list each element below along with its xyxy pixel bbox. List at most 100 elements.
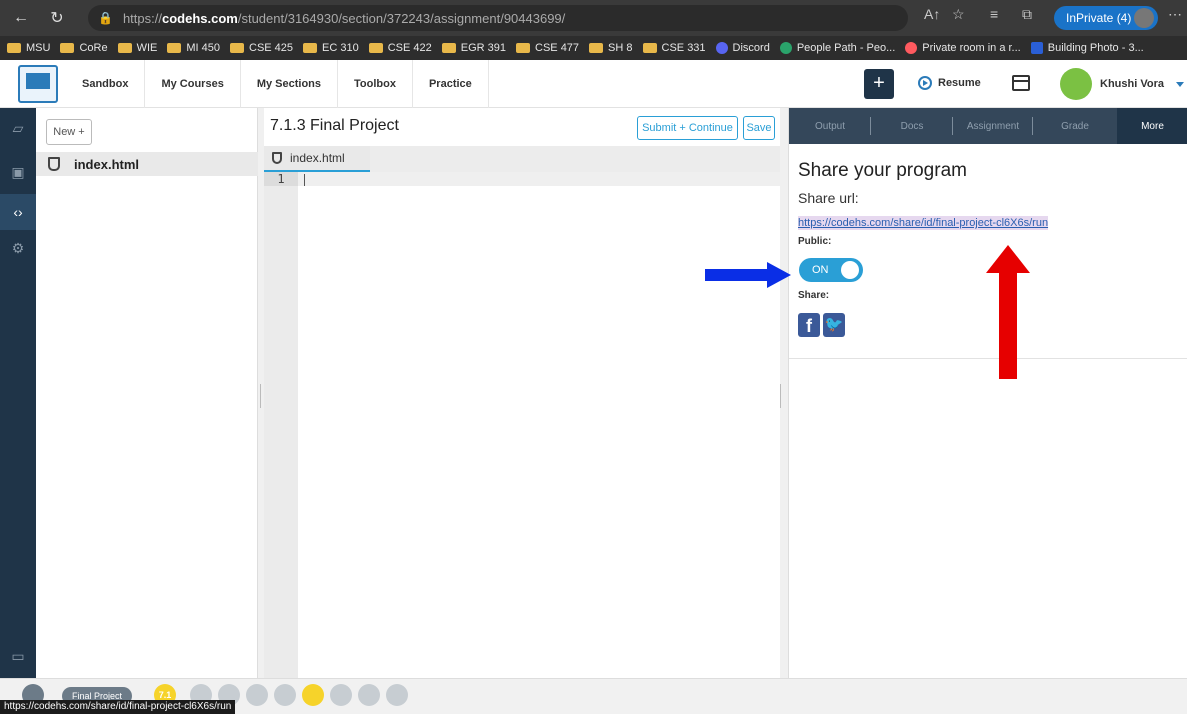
- resume-button[interactable]: Resume: [918, 76, 981, 90]
- resize-handle[interactable]: [260, 384, 261, 408]
- submit-continue-button[interactable]: Submit + Continue: [637, 116, 738, 140]
- code-icon[interactable]: ‹›: [0, 194, 36, 230]
- toggle-knob: [841, 261, 859, 279]
- tab-label: index.html: [290, 151, 345, 165]
- public-toggle[interactable]: ON: [799, 258, 863, 282]
- chevron-down-icon[interactable]: [1176, 82, 1184, 87]
- inprivate-badge[interactable]: InPrivate (4): [1054, 6, 1158, 30]
- left-rail: ▱ ▣ ‹› ⚙ ▭: [0, 108, 36, 678]
- red-arrow-head: [986, 245, 1030, 273]
- share-label: Share:: [798, 290, 830, 301]
- resize-handle[interactable]: [780, 384, 781, 408]
- calendar-icon[interactable]: ▣: [10, 164, 26, 180]
- nav-sandbox[interactable]: Sandbox: [66, 59, 146, 108]
- nav-practice[interactable]: Practice: [413, 59, 489, 108]
- step-dot-icon[interactable]: [330, 684, 352, 706]
- favorite-icon[interactable]: ☆: [952, 6, 965, 23]
- nav-my-courses[interactable]: My Courses: [145, 59, 241, 108]
- bookmark-cse477[interactable]: CSE 477: [516, 42, 579, 54]
- pencil-icon[interactable]: [386, 684, 408, 706]
- blue-arrow-head: [767, 262, 791, 288]
- bookmark-core[interactable]: CoRe: [60, 42, 108, 54]
- bookmark-sh8[interactable]: SH 8: [589, 42, 633, 54]
- profile-avatar: [1134, 8, 1154, 28]
- public-label: Public:: [798, 236, 832, 247]
- folder-icon: [516, 43, 531, 53]
- share-url-label: Share url:: [798, 190, 859, 206]
- html5-icon: [272, 152, 282, 164]
- nav-toolbox[interactable]: Toolbox: [338, 59, 413, 108]
- new-file-button[interactable]: New +: [46, 119, 92, 145]
- step-dot-icon[interactable]: [358, 684, 380, 706]
- map-icon[interactable]: ▱: [10, 120, 26, 136]
- read-aloud-icon[interactable]: A↑: [924, 6, 940, 22]
- file-item[interactable]: index.html: [36, 152, 258, 176]
- file-name: index.html: [74, 156, 140, 172]
- facebook-icon[interactable]: f: [798, 313, 820, 337]
- bookmark-building-photo[interactable]: Building Photo - 3...: [1030, 42, 1144, 54]
- codehs-navbar: Sandbox My Courses My Sections Toolbox P…: [0, 59, 1187, 108]
- tab-docs[interactable]: Docs: [871, 108, 953, 144]
- discord-icon: [715, 42, 728, 54]
- step-exercise-icon[interactable]: [246, 684, 268, 706]
- browser-toolbar: ← ↻ 🔒 https://codehs.com/student/3164930…: [0, 0, 1187, 36]
- codehs-logo-icon[interactable]: [18, 64, 58, 103]
- folder-icon: [642, 43, 657, 53]
- folder-icon: [303, 43, 318, 53]
- bookmark-discord[interactable]: Discord: [715, 42, 770, 54]
- tab-index-html[interactable]: index.html: [264, 146, 370, 172]
- bookmarks-bar: MSU CoRe WIE MI 450 CSE 425 EC 310 CSE 4…: [0, 36, 1187, 60]
- tab-assignment[interactable]: Assignment: [953, 108, 1033, 144]
- folder-icon: [167, 43, 182, 53]
- bookmark-mi450[interactable]: MI 450: [167, 42, 220, 54]
- bookmark-ec310[interactable]: EC 310: [303, 42, 359, 54]
- favorites-list-icon[interactable]: ≡: [990, 6, 998, 22]
- bookmark-wie[interactable]: WIE: [117, 42, 157, 54]
- tab-more[interactable]: More: [1117, 108, 1187, 144]
- gear-icon[interactable]: ⚙: [10, 240, 26, 256]
- editor-tab-bar: index.html: [264, 146, 780, 172]
- star-icon[interactable]: [302, 684, 324, 706]
- more-menu-icon[interactable]: ⋯: [1168, 6, 1182, 23]
- create-plus-button[interactable]: +: [864, 69, 894, 99]
- twitter-icon[interactable]: 🐦: [823, 313, 845, 337]
- user-avatar[interactable]: [1060, 68, 1092, 100]
- tab-output[interactable]: Output: [789, 108, 871, 144]
- share-heading: Share your program: [798, 160, 967, 181]
- code-area[interactable]: [298, 172, 780, 186]
- bookmark-cse425[interactable]: CSE 425: [230, 42, 293, 54]
- people-path-icon: [779, 42, 792, 54]
- folder-icon: [230, 43, 244, 53]
- line-number: 1: [264, 172, 298, 186]
- bookmark-egr391[interactable]: EGR 391: [441, 42, 506, 54]
- share-link[interactable]: https://codehs.com/share/id/final-projec…: [798, 216, 1049, 230]
- refresh-icon[interactable]: ↻: [44, 8, 70, 28]
- tab-grade[interactable]: Grade: [1033, 108, 1117, 144]
- bookmark-private-room[interactable]: Private room in a r...: [905, 42, 1021, 54]
- file-panel: New + index.html: [36, 108, 258, 678]
- folder-icon: [589, 43, 604, 53]
- panel-resizer-right[interactable]: [780, 108, 788, 678]
- nav-my-sections[interactable]: My Sections: [241, 59, 338, 108]
- url-host: codehs.com: [161, 10, 238, 26]
- blue-arrow-annotation: [705, 262, 791, 288]
- bookmark-cse422[interactable]: CSE 422: [368, 42, 432, 54]
- bookmark-people-path[interactable]: People Path - Peo...: [779, 42, 895, 54]
- layout-icon[interactable]: ▭: [10, 648, 26, 664]
- browser-status-url: https://codehs.com/share/id/final-projec…: [0, 700, 236, 714]
- airbnb-icon: [905, 42, 918, 54]
- step-exercise-icon[interactable]: [274, 684, 296, 706]
- back-icon[interactable]: ←: [8, 9, 34, 27]
- bookmark-cse331[interactable]: CSE 331: [642, 42, 706, 54]
- user-name[interactable]: Khushi Vora: [1100, 78, 1164, 90]
- bookmark-msu[interactable]: MSU: [7, 42, 50, 54]
- address-bar[interactable]: 🔒 https://codehs.com/student/3164930/sec…: [88, 5, 908, 31]
- window-layout-icon[interactable]: [1012, 75, 1030, 91]
- red-arrow-shaft: [999, 271, 1017, 379]
- toggle-label: ON: [812, 264, 829, 276]
- collections-icon[interactable]: ⧉: [1022, 6, 1032, 23]
- building-photo-icon: [1030, 42, 1043, 54]
- url-prefix: https://: [122, 10, 162, 26]
- save-button[interactable]: Save: [743, 116, 775, 140]
- play-circle-icon: [918, 76, 932, 90]
